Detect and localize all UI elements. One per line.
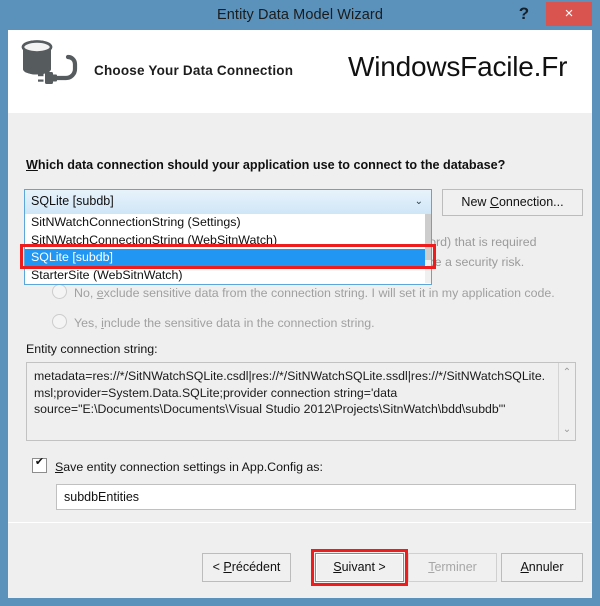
chevron-down-icon[interactable]: ⌄	[415, 197, 423, 207]
scroll-up-icon[interactable]: ⌃	[559, 367, 575, 379]
cancel-button[interactable]: Annuler	[501, 553, 583, 582]
checkbox-checked-icon[interactable]	[32, 456, 47, 473]
wizard-header: Choose Your Data Connection WindowsFacil…	[8, 30, 592, 113]
list-item[interactable]: SitNWatchConnectionString (Settings)	[25, 214, 431, 232]
title-bar: Entity Data Model Wizard ? ×	[0, 0, 600, 30]
radio-exclude-prefix: No,	[74, 286, 97, 300]
previous-button[interactable]: < Précédent	[202, 553, 291, 582]
entities-name-input[interactable]: subdbEntities	[56, 484, 576, 510]
new-connection-prefix: New	[461, 195, 490, 209]
new-connection-accel: C	[489, 195, 499, 209]
previous-accel: P	[223, 560, 232, 574]
question-accel: W	[26, 158, 38, 172]
next-accel: S	[333, 560, 342, 574]
data-connection-dropdown-list[interactable]: SitNWatchConnectionString (Settings) Sit…	[24, 214, 432, 285]
wizard-footer: < Précédent Suivant > Terminer Annuler	[8, 522, 592, 598]
entity-connection-string-scrollbar[interactable]: ⌃ ⌄	[558, 363, 575, 440]
cancel-accel: A	[520, 560, 529, 574]
wizard-body: Which data connection should your applic…	[8, 113, 592, 522]
cancel-suffix: nnuler	[528, 560, 564, 574]
list-item[interactable]: SitNWatchConnectionString (WebSitnWatch)	[25, 232, 431, 250]
database-connection-icon	[21, 40, 78, 84]
radio-include-icon[interactable]	[52, 314, 67, 329]
help-icon[interactable]: ?	[505, 0, 543, 28]
save-settings-checkbox[interactable]: Save entity connection settings in App.C…	[32, 456, 323, 474]
wizard-step-title: Choose Your Data Connection	[94, 63, 294, 78]
radio-include-label: nclude the sensitive data in the connect…	[103, 316, 375, 330]
entity-connection-string-label: Entity connection string:	[26, 342, 158, 356]
entity-connection-string-textarea[interactable]: metadata=res://*/SitNWatchSQLite.csdl|re…	[26, 362, 576, 441]
question-text: hich data connection should your applica…	[37, 158, 506, 172]
new-connection-button[interactable]: New Connection...	[442, 189, 583, 216]
next-suffix: uivant >	[341, 560, 386, 574]
save-settings-label: ave entity connection settings in App.Co…	[63, 460, 323, 474]
dialog-client-area: Choose Your Data Connection WindowsFacil…	[8, 30, 592, 598]
radio-include-prefix: Yes,	[74, 316, 102, 330]
radio-exclude-label: xclude sensitive data from the connectio…	[103, 286, 555, 300]
data-connection-selected-value: SQLite [subdb]	[31, 194, 114, 208]
radio-include-sensitive[interactable]: Yes, include the sensitive data in the c…	[52, 314, 375, 330]
previous-suffix: récédent	[231, 560, 281, 574]
scroll-down-icon[interactable]: ⌄	[559, 424, 575, 436]
finish-suffix: erminer	[434, 560, 477, 574]
entity-data-model-wizard-window: Entity Data Model Wizard ? × Choose Your…	[0, 0, 600, 606]
brand-watermark: WindowsFacile.Fr	[348, 51, 568, 82]
entity-connection-string-value: metadata=res://*/SitNWatchSQLite.csdl|re…	[34, 369, 546, 416]
radio-exclude-accel: e	[96, 286, 104, 300]
close-icon[interactable]: ×	[546, 2, 592, 26]
data-connection-combobox[interactable]: SQLite [subdb] ⌄	[24, 189, 432, 215]
radio-exclude-icon[interactable]	[52, 284, 67, 299]
previous-prefix: <	[212, 560, 224, 574]
page-question: Which data connection should your applic…	[26, 158, 505, 172]
radio-exclude-sensitive[interactable]: No, exclude sensitive data from the conn…	[52, 284, 555, 300]
list-item[interactable]: StarterSite (WebSitnWatch)	[25, 267, 431, 285]
next-button[interactable]: Suivant >	[315, 553, 404, 582]
new-connection-suffix: onnection...	[498, 195, 564, 209]
finish-button: Terminer	[408, 553, 497, 582]
list-item-selected[interactable]: SQLite [subdb]	[25, 249, 425, 267]
dropdown-scrollbar[interactable]	[425, 214, 431, 283]
dropdown-scrollbar-thumb[interactable]	[425, 214, 431, 260]
